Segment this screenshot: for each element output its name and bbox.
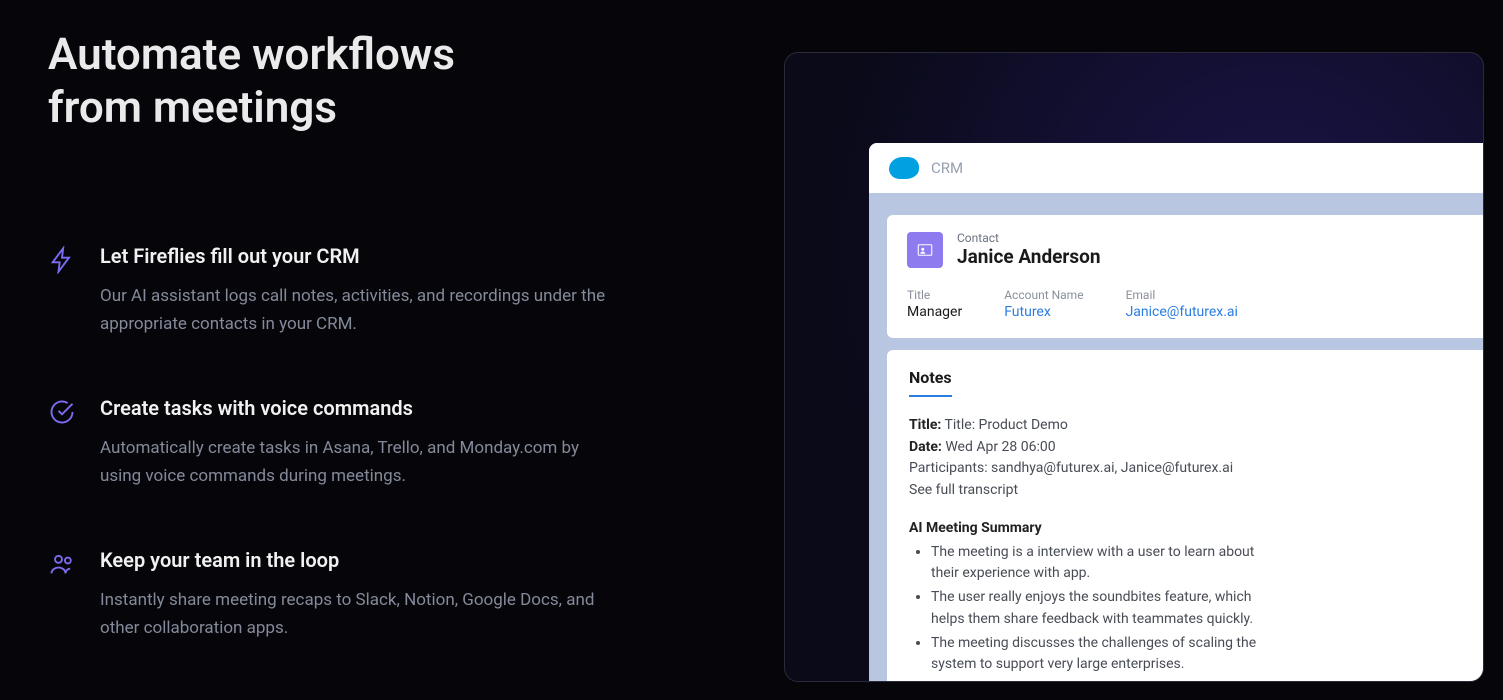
feature-voice-tasks: Create tasks with voice commands Automat… (48, 396, 648, 490)
account-link[interactable]: Futurex (1004, 304, 1083, 320)
feature-title: Keep your team in the loop (100, 548, 648, 572)
field-value: Manager (907, 304, 962, 320)
note-title-value: Title: Product Demo (945, 417, 1068, 433)
field-label: Title (907, 288, 962, 302)
field-label: Email (1126, 288, 1238, 302)
lightning-icon (48, 246, 76, 274)
crm-body: Contact Janice Anderson Title Manager Ac… (869, 193, 1484, 682)
crm-header: CRM (869, 143, 1484, 193)
field-email: Email Janice@futurex.ai (1126, 288, 1238, 320)
note-date-row: Date: Wed Apr 28 06:00 (909, 437, 1484, 459)
contact-name: Janice Anderson (957, 245, 1101, 268)
contact-fields-row: Title Manager Account Name Futurex Email… (907, 284, 1484, 320)
note-participants: Participants: sandhya@futurex.ai, Janice… (909, 458, 1484, 480)
contact-type-label: Contact (957, 231, 1101, 245)
notes-tab[interactable]: Notes (909, 368, 952, 397)
salesforce-logo-icon (889, 157, 919, 179)
crm-window: CRM Contact Janice Anderson Title Mana (869, 143, 1484, 682)
note-date-label: Date: (909, 439, 942, 455)
feature-desc: Our AI assistant logs call notes, activi… (100, 282, 620, 338)
people-icon (48, 550, 76, 578)
hero-line-2: from meetings (48, 81, 337, 133)
screenshot-frame: CRM Contact Janice Anderson Title Mana (784, 52, 1484, 682)
hero-line-1: Automate workflows (48, 28, 455, 80)
field-account: Account Name Futurex (1004, 288, 1083, 320)
email-link[interactable]: Janice@futurex.ai (1126, 304, 1238, 320)
contact-card: Contact Janice Anderson Title Manager Ac… (887, 215, 1484, 338)
note-title-label: Title: (909, 417, 941, 433)
notes-card: Notes Title: Title: Product Demo Date: W… (887, 350, 1484, 682)
hero-title: Automate workflows from meetings (48, 28, 648, 134)
note-title-row: Title: Title: Product Demo (909, 415, 1484, 437)
feature-desc: Automatically create tasks in Asana, Tre… (100, 434, 620, 490)
summary-heading: AI Meeting Summary (909, 520, 1484, 536)
summary-item: The user really enjoys the soundbites fe… (931, 587, 1281, 630)
marketing-left-panel: Automate workflows from meetings Let Fir… (48, 28, 648, 700)
feature-crm-fill: Let Fireflies fill out your CRM Our AI a… (48, 244, 648, 338)
feature-title: Let Fireflies fill out your CRM (100, 244, 648, 268)
summary-item: The meeting discusses the challenges of … (931, 633, 1281, 676)
feature-title: Create tasks with voice commands (100, 396, 648, 420)
feature-team-loop: Keep your team in the loop Instantly sha… (48, 548, 648, 642)
field-label: Account Name (1004, 288, 1083, 302)
contact-card-icon (907, 232, 943, 268)
crm-app-label: CRM (931, 159, 963, 177)
check-circle-icon (48, 398, 76, 426)
transcript-link[interactable]: See full transcript (909, 480, 1484, 502)
summary-item: The meeting is a interview with a user t… (931, 542, 1281, 585)
note-date-value: Wed Apr 28 06:00 (945, 439, 1055, 455)
feature-desc: Instantly share meeting recaps to Slack,… (100, 586, 620, 642)
field-title: Title Manager (907, 288, 962, 320)
summary-list: The meeting is a interview with a user t… (909, 542, 1484, 676)
